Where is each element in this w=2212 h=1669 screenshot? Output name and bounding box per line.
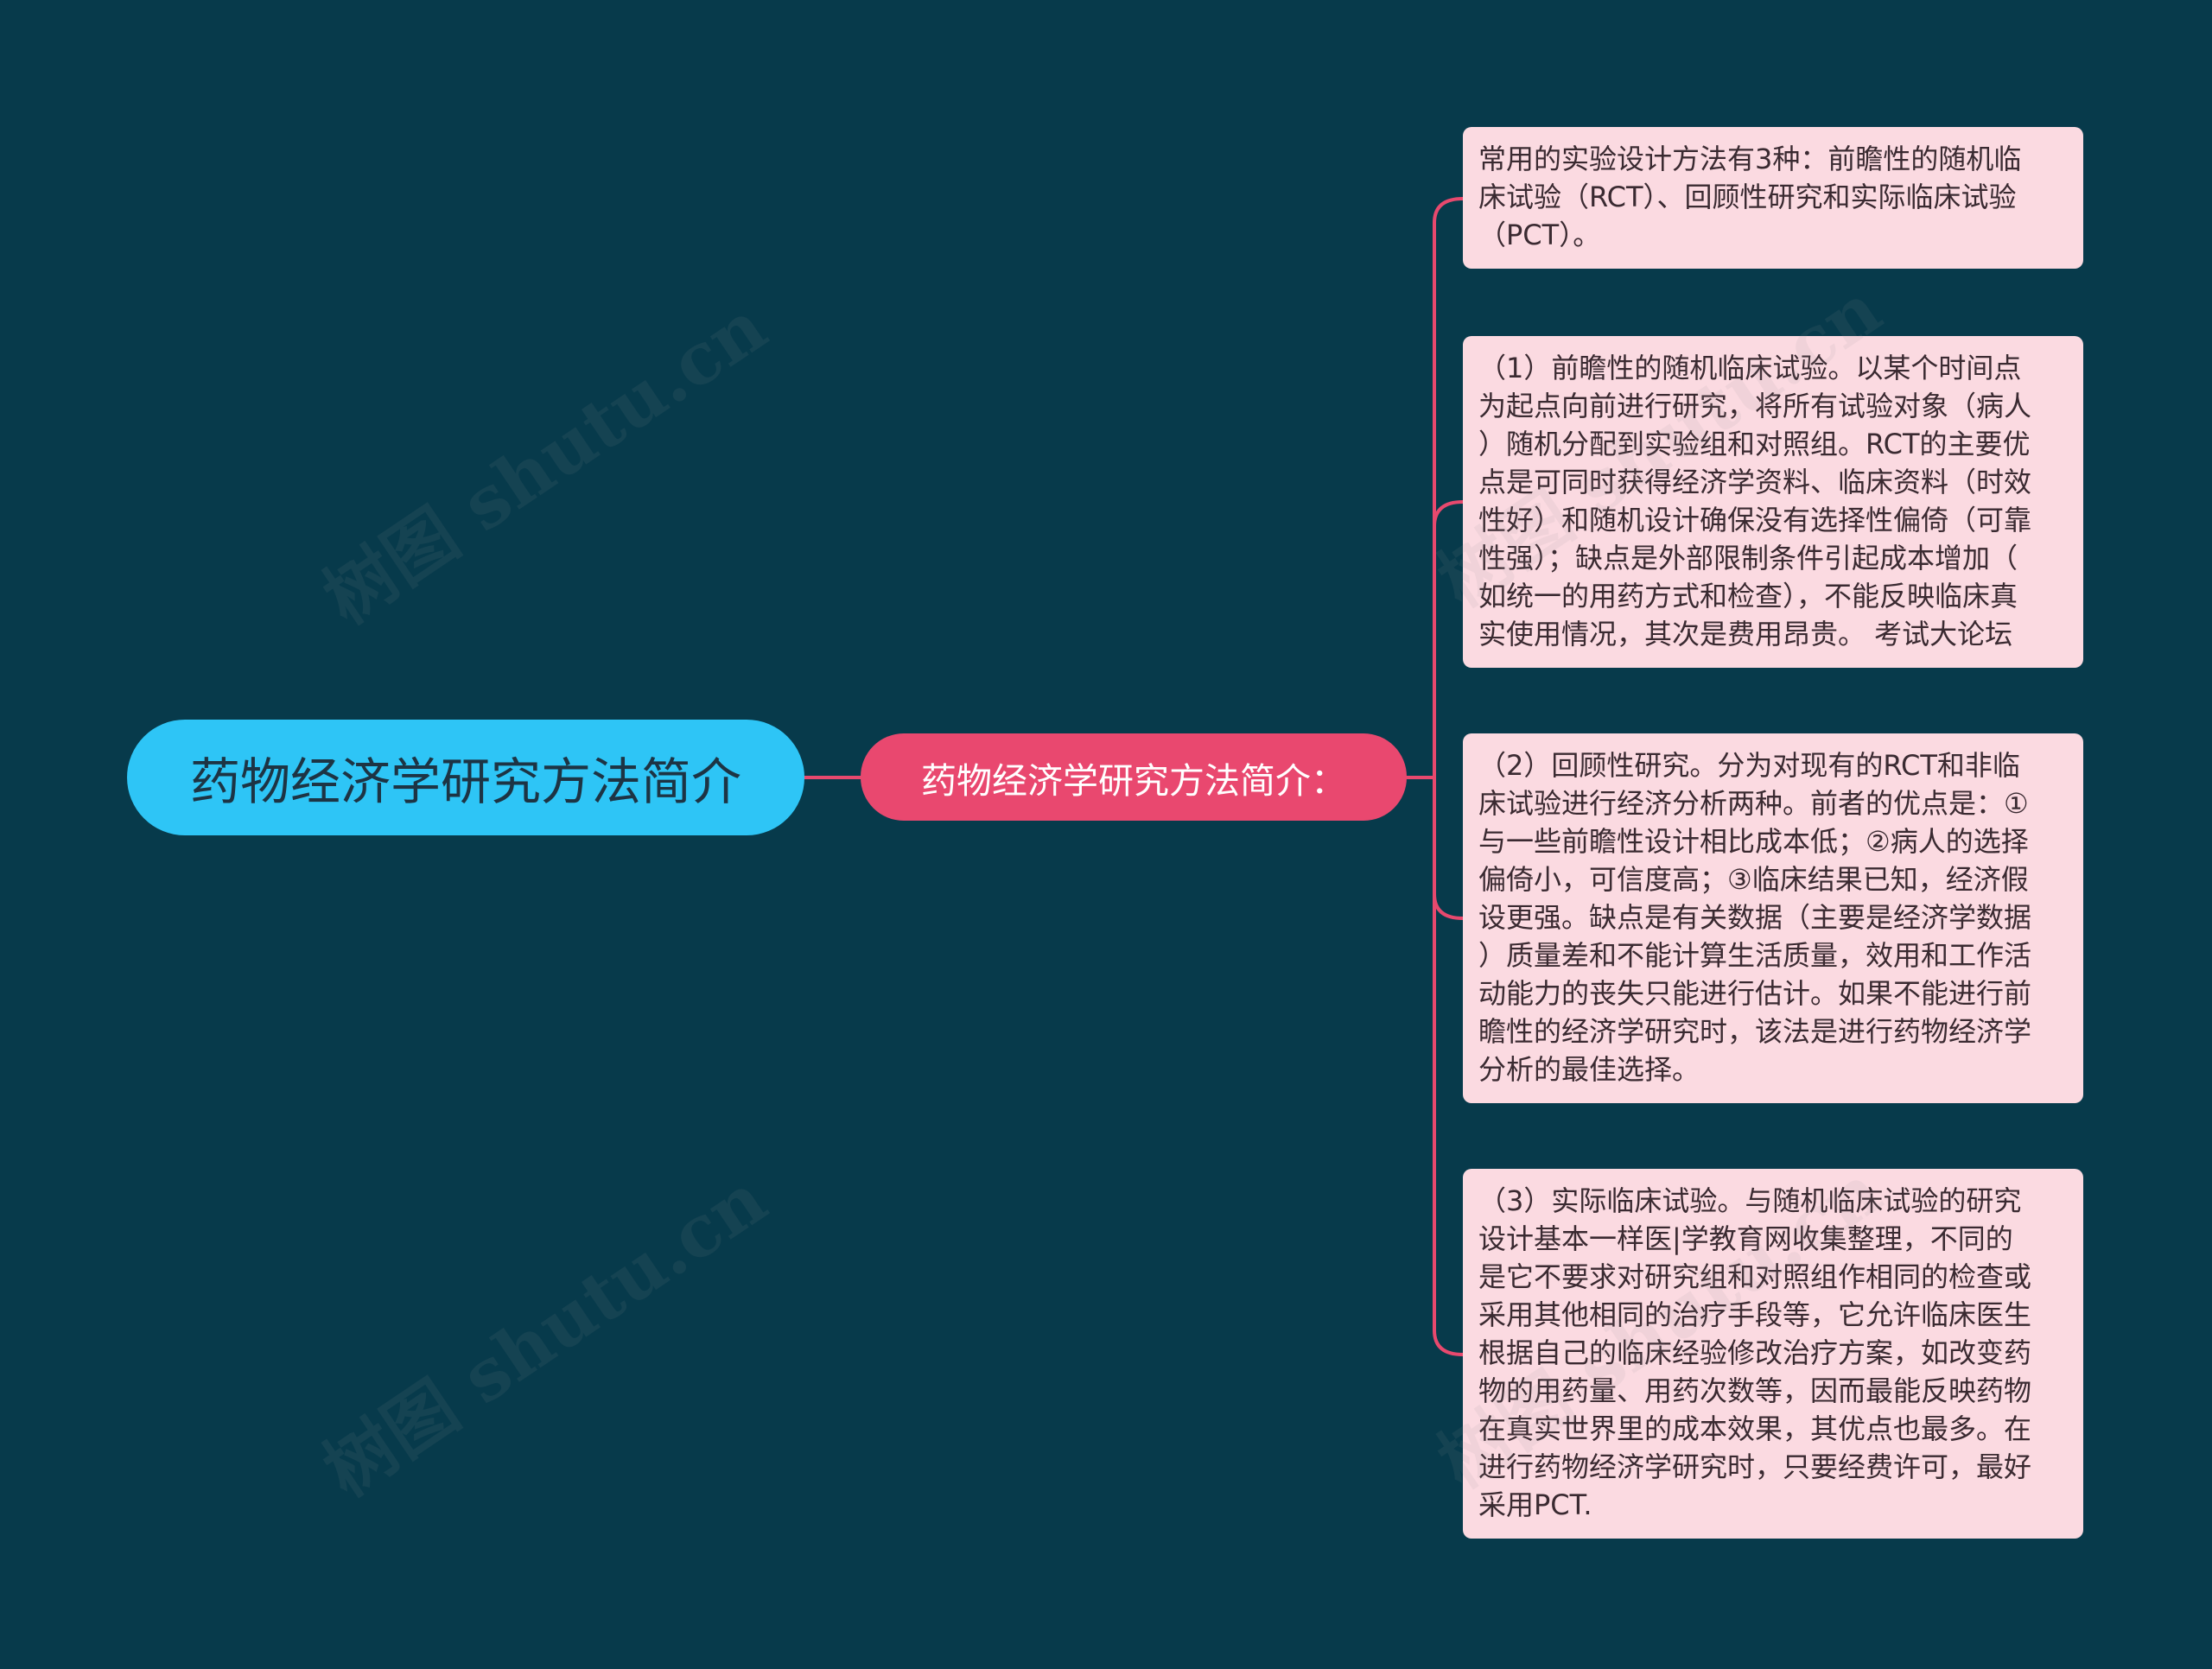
- leaf-text-line: 在真实世界里的成本效果，其优点也最多。在: [1478, 1412, 2032, 1445]
- leaf-text-line: 如统一的用药方式和检查），不能反映临床真: [1478, 580, 2018, 612]
- leaf-node-4[interactable]: （3）实际临床试验。与随机临床试验的研究 设计基本一样医|学教育网收集整理，不同的…: [1463, 1169, 2083, 1539]
- leaf-text-line: 设计基本一样医|学教育网收集整理，不同的: [1478, 1222, 2013, 1255]
- leaf-text-line: 分析的最佳选择。: [1478, 1053, 1700, 1086]
- leaf-node-3[interactable]: （2）回顾性研究。分为对现有的RCT和非临 床试验进行经济分析两种。前者的优点是：…: [1463, 733, 2083, 1103]
- leaf-text-line: （PCT）。: [1478, 219, 1601, 251]
- leaf-text-line: 设更强。缺点是有关数据（主要是经济学数据: [1478, 901, 2032, 934]
- leaf-text-line: 是它不要求对研究组和对照组作相同的检查或: [1478, 1260, 2032, 1293]
- branch-node-label: 药物经济学研究方法简介：: [921, 759, 1346, 802]
- branch-node[interactable]: 药物经济学研究方法简介：: [861, 733, 1407, 821]
- leaf-text-line: 动能力的丧失只能进行估计。如果不能进行前: [1478, 977, 2032, 1010]
- leaf-text-line: 采用PCT.: [1478, 1488, 1592, 1521]
- leaf-text-line: 常用的实验设计方法有3种：前瞻性的随机临: [1478, 143, 2022, 175]
- leaf-text-line: ）质量差和不能计算生活质量，效用和工作活: [1478, 939, 2032, 972]
- leaf-text-line: 实使用情况，其次是费用昂贵。 考试大论坛: [1478, 618, 2013, 650]
- leaf-text-line: 采用其他相同的治疗手段等，它允许临床医生: [1478, 1298, 2032, 1331]
- leaf-text-line: 性好）和随机设计确保没有选择性偏倚（可靠: [1478, 504, 2032, 536]
- leaf-text-line: （3）实际临床试验。与随机临床试验的研究: [1478, 1184, 2022, 1217]
- leaf-text-line: 进行药物经济学研究时，只要经费许可，最好: [1478, 1450, 2032, 1483]
- connector-branch-leaf-3: [1433, 776, 1465, 920]
- connector-branch-leaf-4: [1433, 776, 1465, 1356]
- leaf-node-2[interactable]: （1）前瞻性的随机临床试验。以某个时间点 为起点向前进行研究，将所有试验对象（病人…: [1463, 336, 2083, 668]
- leaf-text-line: 瞻性的经济学研究时，该法是进行药物经济学: [1478, 1015, 2032, 1048]
- leaf-text-line: 点是可同时获得经济学资料、临床资料（时效: [1478, 466, 2032, 498]
- connector-branch-leaf-2: [1433, 500, 1465, 779]
- leaf-text-line: 与一些前瞻性设计相比成本低；②病人的选择: [1478, 825, 2029, 858]
- leaf-text-line: 性强）；缺点是外部限制条件引起成本增加（: [1478, 542, 2018, 574]
- leaf-text-line: 偏倚小，可信度高；③临床结果已知，经济假: [1478, 863, 2029, 896]
- leaf-node-1[interactable]: 常用的实验设计方法有3种：前瞻性的随机临 床试验（RCT）、回顾性研究和实际临床试…: [1463, 127, 2083, 269]
- leaf-text-line: 床试验进行经济分析两种。前者的优点是：①: [1478, 787, 2029, 820]
- leaf-text-line: （2）回顾性研究。分为对现有的RCT和非临: [1478, 749, 2020, 782]
- leaf-text-line: 物的用药量、用药次数等，因而最能反映药物: [1478, 1374, 2032, 1407]
- root-node-label: 药物经济学研究方法简介: [189, 752, 741, 811]
- leaf-text-line: 为起点向前进行研究，将所有试验对象（病人: [1478, 390, 2032, 422]
- leaf-text-line: （1）前瞻性的随机临床试验。以某个时间点: [1478, 352, 2022, 384]
- leaf-text-line: 床试验（RCT）、回顾性研究和实际临床试验: [1478, 181, 2017, 213]
- leaf-text-line: 根据自己的临床经验修改治疗方案，如改变药: [1478, 1336, 2032, 1369]
- mind-map-canvas: 药物经济学研究方法简介 药物经济学研究方法简介： 常用的实验设计方法有3种：前瞻…: [0, 0, 2212, 1669]
- root-node[interactable]: 药物经济学研究方法简介: [127, 720, 804, 835]
- leaf-text-line: ）随机分配到实验组和对照组。RCT的主要优: [1478, 428, 2031, 460]
- connector-branch-leaf-1: [1433, 197, 1465, 779]
